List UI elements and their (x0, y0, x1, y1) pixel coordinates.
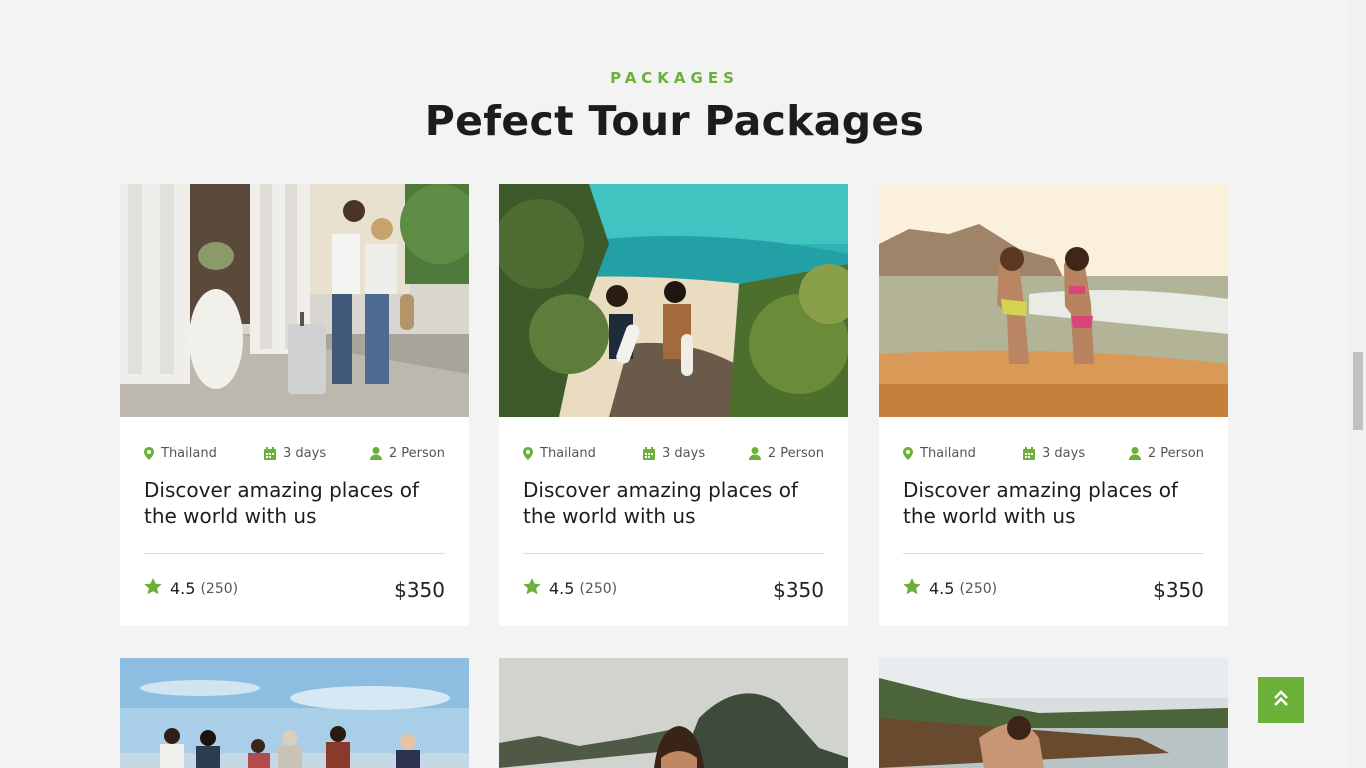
location-info: Thailand (903, 446, 976, 461)
persons-info: 2 Person (369, 446, 445, 461)
rating: 4.5 (250) (903, 578, 997, 599)
package-meta: Thailand 3 days 2 Person (144, 446, 445, 462)
location-info: Thailand (144, 446, 217, 461)
persons-text: 2 Person (1147, 446, 1204, 461)
calendar-icon (1023, 447, 1035, 460)
package-image[interactable] (120, 658, 469, 768)
page-scrollbar[interactable] (1349, 0, 1366, 768)
calendar-icon (264, 447, 276, 460)
rating: 4.5 (250) (523, 578, 617, 599)
duration-text: 3 days (1042, 446, 1086, 461)
package-meta: Thailand 3 days 2 Person (903, 446, 1204, 462)
divider (903, 553, 1204, 554)
persons-info: 2 Person (748, 446, 824, 461)
package-card[interactable] (120, 658, 469, 768)
review-count: (250) (200, 580, 239, 597)
persons-text: 2 Person (388, 446, 445, 461)
section-header: PACKAGES Pefect Tour Packages (0, 68, 1349, 144)
duration-text: 3 days (283, 446, 327, 461)
package-card[interactable] (499, 658, 848, 768)
price: $350 (1153, 578, 1204, 602)
user-icon (1128, 447, 1141, 460)
divider (144, 553, 445, 554)
rating-value: 4.5 (929, 579, 955, 598)
star-icon (523, 578, 541, 599)
section-title: Pefect Tour Packages (424, 97, 925, 145)
review-count: (250) (959, 580, 998, 597)
double-chevron-up-icon (1273, 689, 1289, 711)
package-title[interactable]: Discover amazing places of the world wit… (144, 477, 445, 529)
duration-text: 3 days (662, 446, 706, 461)
persons-text: 2 Person (767, 446, 824, 461)
calendar-icon (643, 447, 655, 460)
package-card[interactable]: Thailand 3 days 2 Person Discover amazin… (120, 184, 469, 626)
rating: 4.5 (250) (144, 578, 238, 599)
back-to-top-button[interactable] (1258, 677, 1304, 723)
package-meta: Thailand 3 days 2 Person (523, 446, 824, 462)
package-image[interactable] (879, 184, 1228, 417)
location-text: Thailand (920, 446, 976, 461)
star-icon (903, 578, 921, 599)
location-text: Thailand (161, 446, 217, 461)
review-count: (250) (579, 580, 618, 597)
package-image[interactable] (499, 658, 848, 768)
location-text: Thailand (540, 446, 596, 461)
package-card[interactable] (879, 658, 1228, 768)
package-title[interactable]: Discover amazing places of the world wit… (523, 477, 824, 529)
map-pin-icon (903, 447, 913, 460)
package-image[interactable] (879, 658, 1228, 768)
rating-value: 4.5 (170, 579, 196, 598)
user-icon (748, 447, 761, 460)
persons-info: 2 Person (1128, 446, 1204, 461)
duration-info: 3 days (264, 446, 326, 461)
section-eyebrow: PACKAGES (610, 69, 739, 87)
map-pin-icon (144, 447, 154, 460)
rating-value: 4.5 (549, 579, 575, 598)
price: $350 (394, 578, 445, 602)
star-icon (144, 578, 162, 599)
package-card[interactable]: Thailand 3 days 2 Person Discover amazin… (499, 184, 848, 626)
package-image[interactable] (499, 184, 848, 417)
duration-info: 3 days (643, 446, 705, 461)
map-pin-icon (523, 447, 533, 460)
duration-info: 3 days (1023, 446, 1085, 461)
scrollbar-thumb[interactable] (1353, 352, 1363, 430)
location-info: Thailand (523, 446, 596, 461)
package-card[interactable]: Thailand 3 days 2 Person Discover amazin… (879, 184, 1228, 626)
user-icon (369, 447, 382, 460)
divider (523, 553, 824, 554)
package-image[interactable] (120, 184, 469, 417)
price: $350 (773, 578, 824, 602)
package-title[interactable]: Discover amazing places of the world wit… (903, 477, 1204, 529)
